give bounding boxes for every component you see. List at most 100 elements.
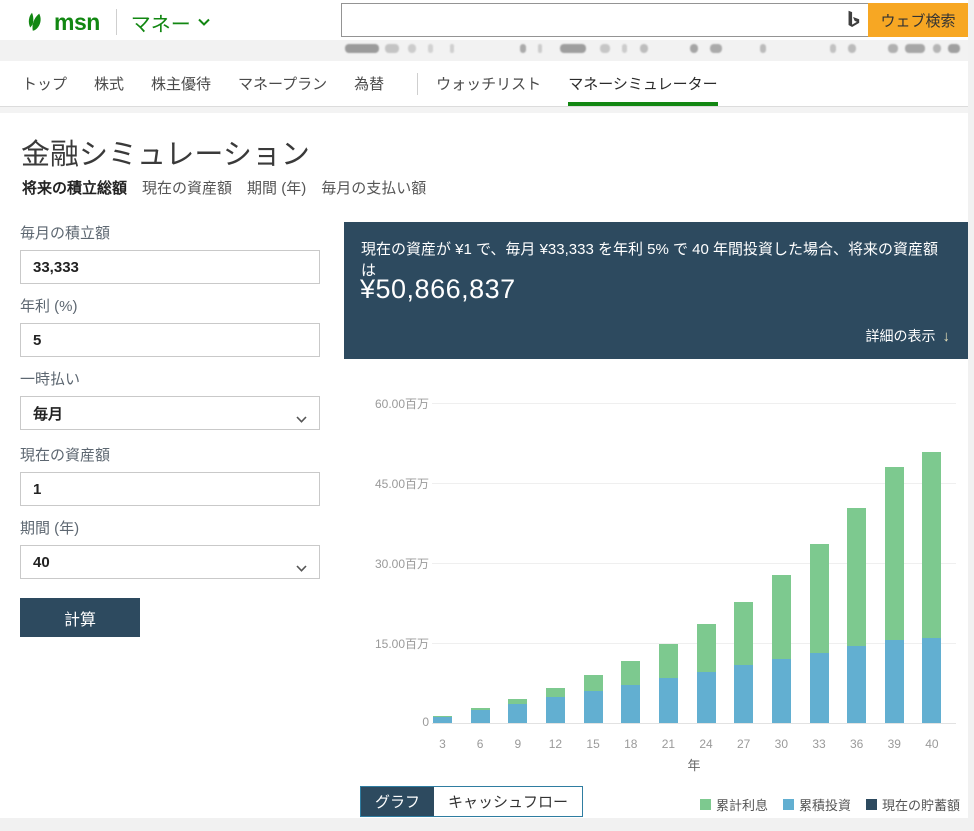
bar-segment-investment[interactable] <box>885 640 904 723</box>
bar-segment-investment[interactable] <box>433 717 452 723</box>
legend-swatch <box>783 799 794 810</box>
bar-segment-investment[interactable] <box>922 638 941 723</box>
msn-logo-text[interactable]: msn <box>54 9 100 36</box>
bar-segment-investment[interactable] <box>697 672 716 723</box>
x-axis-tick: 36 <box>838 737 876 751</box>
chevron-down-icon[interactable] <box>198 13 210 31</box>
x-axis-tick: 21 <box>649 737 687 751</box>
bar-segment-interest[interactable] <box>659 644 678 678</box>
bing-icon <box>838 4 868 36</box>
subtab-current-assets[interactable]: 現在の資産額 <box>142 177 232 198</box>
y-axis-tick: 45.00百万 <box>344 475 429 492</box>
page-bottom-band <box>0 818 968 831</box>
redacted-trending-term <box>428 44 433 53</box>
show-details-link[interactable]: 詳細の表示↓ <box>866 326 951 346</box>
redacted-trending-term <box>520 44 526 53</box>
field-value-annual-rate: 5 <box>33 332 41 349</box>
nav-tab-money-plan[interactable]: マネープラン <box>238 61 327 106</box>
bar-segment-investment[interactable] <box>508 704 527 723</box>
bar-segment-investment[interactable] <box>621 685 640 723</box>
nav-tab-shareholder-benefits[interactable]: 株主優待 <box>151 61 211 106</box>
bar-segment-investment[interactable] <box>847 646 866 723</box>
bar-segment-interest[interactable] <box>621 661 640 685</box>
chart-tab-cashflow[interactable]: キャッシュフロー <box>434 787 582 816</box>
result-amount: ¥50,866,837 <box>360 274 516 305</box>
calculate-button[interactable]: 計算 <box>20 598 140 637</box>
gridline <box>432 563 956 564</box>
msn-butterfly-icon[interactable] <box>22 10 48 34</box>
nav-tab-forex[interactable]: 為替 <box>354 61 384 106</box>
y-axis-tick: 30.00百万 <box>344 555 429 572</box>
redacted-trending-term <box>450 44 454 53</box>
bar-segment-interest[interactable] <box>810 544 829 652</box>
x-axis-tick: 30 <box>762 737 800 751</box>
redacted-trending-term <box>600 44 610 53</box>
chart-tab-graph[interactable]: グラフ <box>361 787 434 816</box>
redacted-trending-term <box>690 44 698 53</box>
field-label-payment-frequency: 一時払い <box>20 368 320 389</box>
bar-segment-interest[interactable] <box>697 624 716 671</box>
payment-frequency-select[interactable]: 毎月 <box>20 396 320 430</box>
header-divider <box>116 9 117 35</box>
bar-segment-interest[interactable] <box>584 675 603 691</box>
web-search-button[interactable]: ウェブ検索 <box>868 3 968 37</box>
subtab-monthly-payment[interactable]: 毎月の支払い額 <box>321 177 426 198</box>
legend-label: 累計利息 <box>716 795 768 814</box>
page-title: 金融シミュレーション <box>21 131 310 173</box>
bar-segment-interest[interactable] <box>847 508 866 646</box>
bar-segment-investment[interactable] <box>471 710 490 723</box>
search-input[interactable] <box>342 4 838 36</box>
bar-segment-interest[interactable] <box>471 708 490 710</box>
scrollbar-track[interactable] <box>968 0 974 831</box>
nav-tab-top[interactable]: トップ <box>22 61 67 106</box>
period-select[interactable]: 40 <box>20 545 320 579</box>
bar-segment-investment[interactable] <box>810 653 829 723</box>
subtab-period-years[interactable]: 期間 (年) <box>247 177 306 198</box>
bar-segment-interest[interactable] <box>772 575 791 659</box>
result-panel: 現在の資産が ¥1 で、毎月 ¥33,333 を年利 5% で 40 年間投資し… <box>344 222 968 359</box>
field-label-period: 期間 (年) <box>20 517 320 538</box>
redacted-trending-term <box>948 44 960 53</box>
nav-tab-money-simulator[interactable]: マネーシミュレーター <box>568 61 717 106</box>
bar-segment-interest[interactable] <box>508 699 527 704</box>
nav-tab-stocks[interactable]: 株式 <box>94 61 124 106</box>
bar-segment-interest[interactable] <box>734 602 753 666</box>
redacted-trending-term <box>640 44 648 53</box>
field-period: 期間 (年) 40 <box>20 517 320 579</box>
field-annual-rate: 年利 (%)5 <box>20 295 320 357</box>
legend-item-interest: 累計利息 <box>700 795 768 814</box>
subtab-future-savings-total[interactable]: 将来の積立総額 <box>22 177 127 198</box>
field-monthly-contribution: 毎月の積立額 33,333 <box>20 222 320 284</box>
legend-swatch <box>700 799 711 810</box>
redacted-trending-term <box>622 44 627 53</box>
y-axis-tick: 15.00百万 <box>344 635 429 652</box>
bar-segment-investment[interactable] <box>734 665 753 723</box>
redacted-trending-term <box>560 44 586 53</box>
x-axis-tick: 27 <box>725 737 763 751</box>
bar-segment-investment[interactable] <box>584 691 603 723</box>
annual-rate-input[interactable]: 5 <box>20 323 320 357</box>
bar-segment-interest[interactable] <box>546 688 565 697</box>
x-axis-tick: 12 <box>536 737 574 751</box>
field-value-payment-frequency: 毎月 <box>33 403 63 424</box>
redacted-trending-term <box>848 44 856 53</box>
monthly-contribution-input[interactable]: 33,333 <box>20 250 320 284</box>
field-current-assets: 現在の資産額1 <box>20 444 320 506</box>
bar-segment-interest[interactable] <box>885 467 904 640</box>
bar-segment-investment[interactable] <box>659 678 678 723</box>
field-label-monthly-contribution: 毎月の積立額 <box>20 222 320 243</box>
nav-tab-watchlist[interactable]: ウォッチリスト <box>436 61 541 106</box>
bar-segment-investment[interactable] <box>772 659 791 723</box>
bar-segment-investment[interactable] <box>546 697 565 723</box>
chevron-down-icon <box>296 559 307 576</box>
field-value-monthly-contribution: 33,333 <box>33 259 79 276</box>
gridline <box>432 483 956 484</box>
redacted-trending-term <box>538 44 542 53</box>
vertical-title[interactable]: マネー <box>131 8 191 37</box>
simulation-chart: 015.00百万30.00百万45.00百万60.00百万36912151821… <box>344 365 968 780</box>
x-axis-tick: 6 <box>461 737 499 751</box>
x-axis-tick: 3 <box>424 737 462 751</box>
chevron-down-icon <box>296 410 307 427</box>
current-assets-input[interactable]: 1 <box>20 472 320 506</box>
bar-segment-interest[interactable] <box>922 452 941 638</box>
